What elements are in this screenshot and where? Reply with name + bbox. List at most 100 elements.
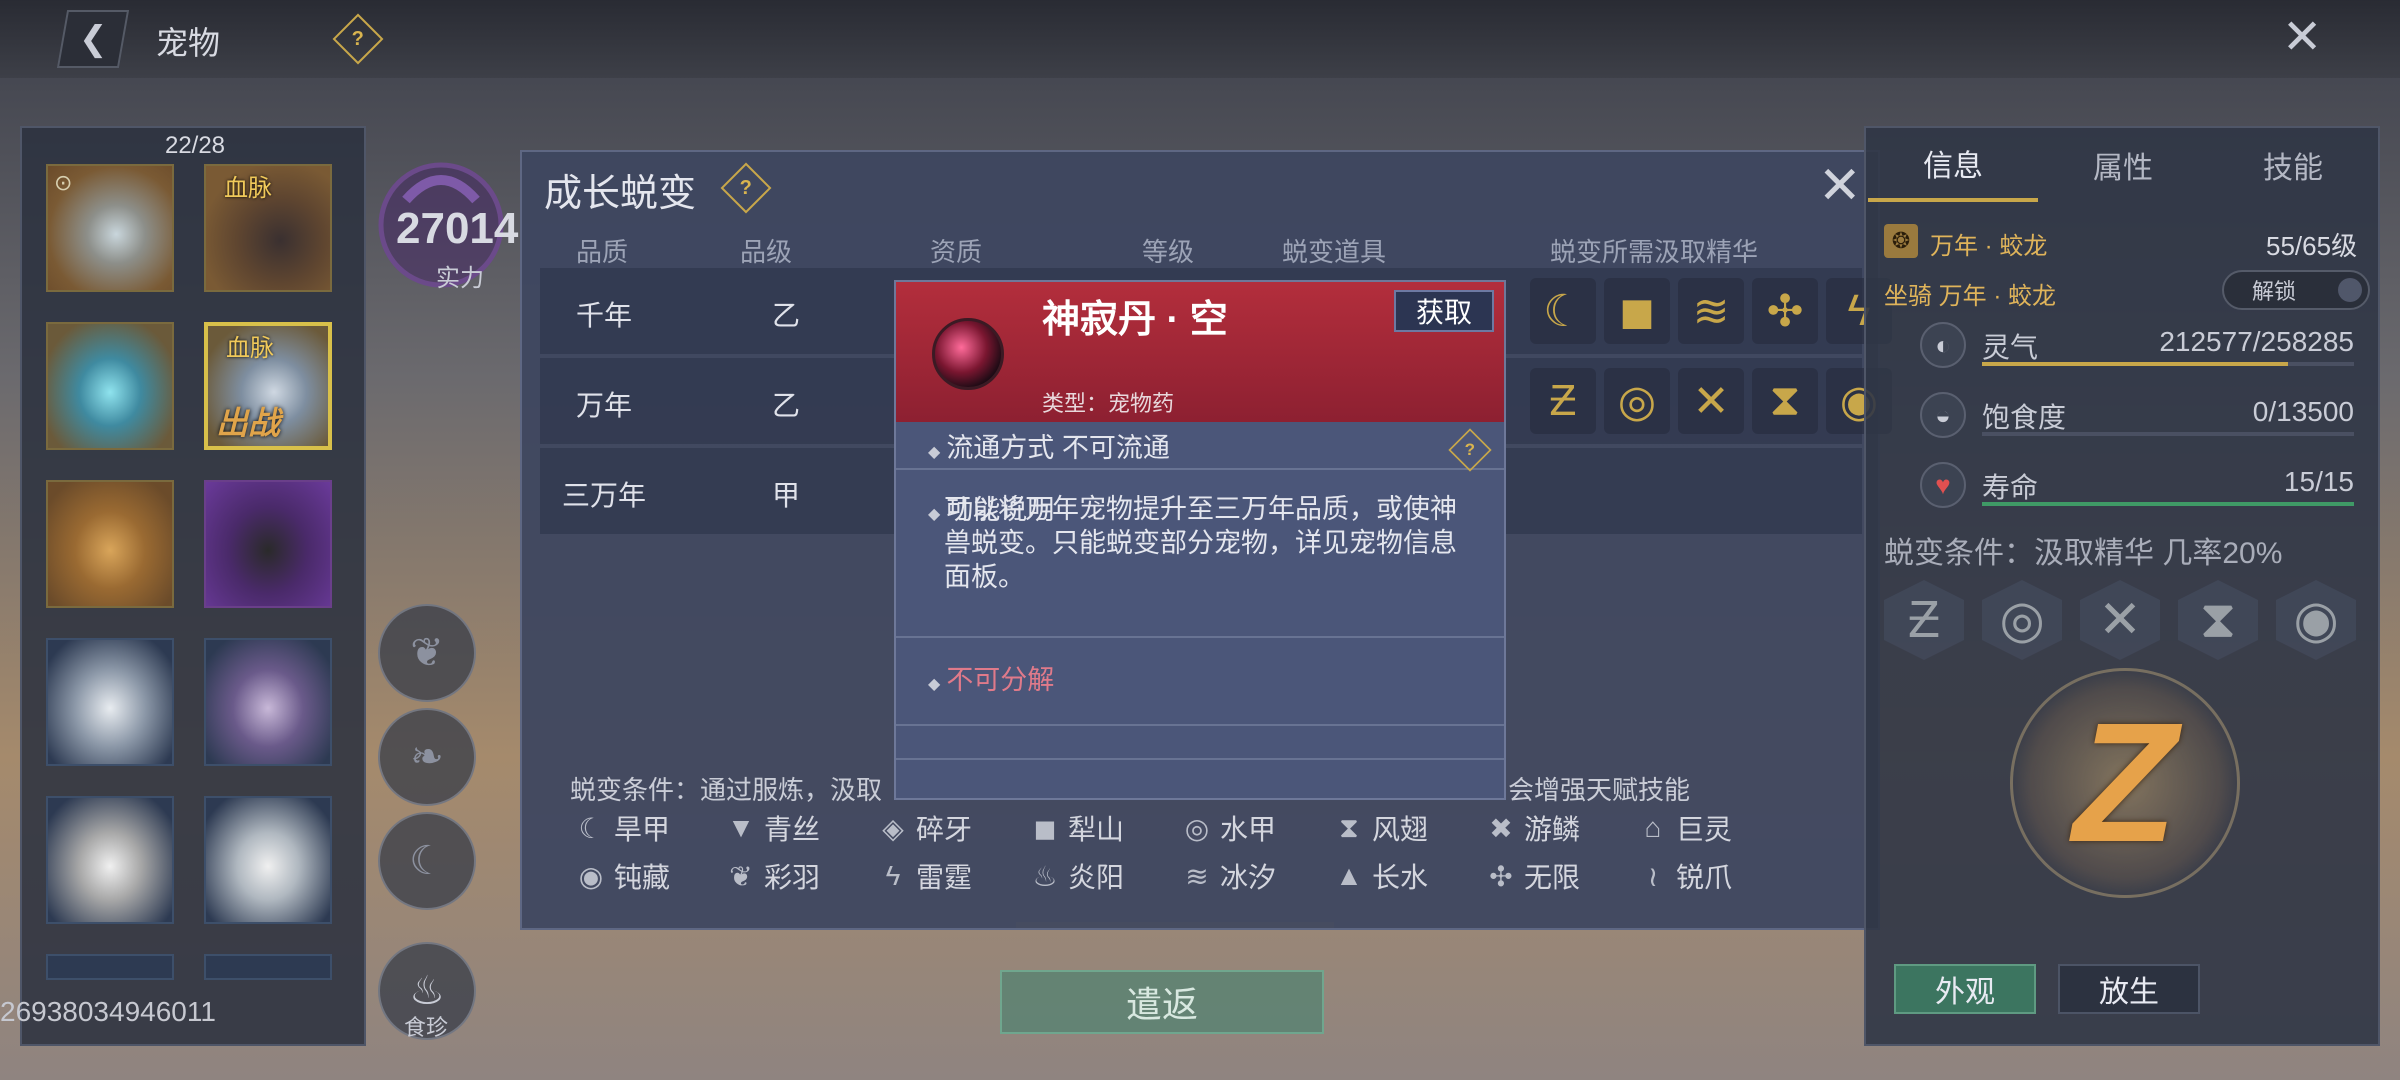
square-icon: ◼	[1604, 278, 1670, 344]
lock-icon: ⊙	[54, 170, 73, 195]
trait-item: ◉ 钝藏	[574, 856, 670, 896]
item-type: 类型：宠物药	[1042, 391, 1175, 416]
side-feather-button[interactable]: ❦	[378, 604, 476, 702]
trait-item: ⌂ 巨灵	[1636, 808, 1732, 848]
spirit-icon: ◐	[1920, 322, 1966, 368]
triangle-icon: ▼	[727, 812, 755, 843]
pet-slot[interactable]	[46, 322, 174, 450]
trait-item: ⧗ 风翅	[1332, 808, 1428, 848]
pet-slot[interactable]	[46, 638, 174, 766]
stat-label: 饱食度	[1982, 402, 2067, 433]
crescent-icon: ☾	[1530, 278, 1596, 344]
trait-item: ❦ 彩羽	[724, 856, 820, 896]
square-icon: ◼	[1033, 812, 1057, 844]
wave-icon: ≋	[1185, 860, 1209, 892]
satiety-icon: ◒	[1920, 392, 1966, 438]
close-icon[interactable]: ✕	[1818, 160, 1862, 212]
pet-slot[interactable]: ⊙	[46, 164, 174, 292]
row-quality: 三万年	[562, 480, 647, 511]
help-icon[interactable]: ?	[720, 162, 772, 214]
ring-icon: ◎	[1184, 812, 1210, 844]
close-icon[interactable]: ✕	[2282, 14, 2322, 62]
mount-label: 坐骑 万年 · 蛟龙	[1884, 283, 2056, 310]
trait-item: ◎ 水甲	[1180, 808, 1276, 848]
toggle-knob	[2338, 278, 2362, 302]
row-quality: 千年	[576, 300, 633, 331]
mountain-icon: ▲	[1335, 860, 1363, 891]
lifespan-bar	[1982, 502, 2354, 506]
back-button[interactable]: ❮	[56, 10, 130, 68]
pet-slot[interactable]	[46, 796, 174, 924]
column-header: 蜕变所需汲取精华	[1550, 237, 1759, 267]
column-header: 蜕变道具	[1282, 237, 1387, 267]
item-orb-icon	[932, 318, 1004, 390]
chevron-left-icon: ❮	[78, 20, 108, 58]
row-grade: 乙	[772, 390, 801, 421]
food-icon: ♨	[409, 969, 445, 1013]
z-rune-icon: Ƶ	[1884, 580, 1964, 660]
trait-item: ♨ 炎阳	[1028, 856, 1124, 896]
bloodline-badge: 血脉	[224, 175, 272, 202]
evolution-condition-text-tail: 会增强天赋技能	[1508, 775, 1691, 805]
spiral-icon: ◎	[1604, 368, 1670, 434]
divider	[896, 726, 1504, 760]
tooltip-header: 神寂丹 · 空 获取 类型：宠物药	[896, 282, 1504, 422]
growth-title: 成长蜕变	[544, 173, 697, 215]
trait-item: ▼ 青丝	[724, 808, 820, 848]
triad-icon: ✣	[1489, 860, 1513, 892]
pet-slot[interactable]: 血脉	[204, 164, 332, 292]
diamond-bullet-icon: ◆	[928, 676, 941, 693]
trait-item: ◈ 碎牙	[876, 808, 972, 848]
pet-name: 万年 · 蛟龙	[1930, 233, 2048, 260]
satiety-bar	[1982, 432, 2354, 436]
fang-icon: ◈	[882, 812, 904, 844]
pet-slot[interactable]	[204, 796, 332, 924]
tab-attributes[interactable]: 属性	[2038, 128, 2208, 202]
table-header: 品质 品级 资质 等级 蜕变道具 蜕变所需汲取精华	[522, 226, 1880, 267]
pet-slot[interactable]	[204, 638, 332, 766]
pet-slot[interactable]	[46, 954, 174, 980]
triad-icon: ✣	[1752, 278, 1818, 344]
stat-value: 15/15	[2283, 466, 2354, 497]
z-rune-icon: Ƶ	[1530, 368, 1596, 434]
release-button[interactable]: 放生	[2058, 964, 2200, 1014]
item-name: 神寂丹 · 空	[1042, 299, 1228, 341]
cross-icon: ✖	[1489, 812, 1513, 844]
side-moon-button[interactable]: ☾	[378, 812, 476, 910]
bird-icon: ❦	[410, 631, 444, 675]
diamond-bullet-icon: ◆	[928, 506, 941, 523]
function-description: 可以将万年宠物提升至三万年品质，或使神兽蜕变。只能蜕变部分宠物，详见宠物信息面板…	[944, 494, 1457, 592]
info-panel: 信息 属性 技能 ❂ 万年 · 蛟龙 55/65级 坐骑 万年 · 蛟龙 解锁 …	[1864, 126, 2380, 1046]
row-grade: 甲	[772, 480, 801, 511]
diamond-bullet-icon: ◆	[928, 444, 941, 461]
dismiss-button[interactable]: 遣返	[1000, 970, 1324, 1034]
power-label: 实力	[436, 265, 484, 292]
side-wing-button[interactable]: ❧	[378, 708, 476, 806]
pet-count: 22/28	[164, 132, 226, 159]
get-button[interactable]: 获取	[1394, 290, 1494, 332]
hourglass-icon: ⧗	[1752, 368, 1818, 434]
cross-icon: ✕	[1678, 368, 1744, 434]
tab-info[interactable]: 信息	[1868, 128, 2038, 202]
unlock-toggle[interactable]: 解锁	[2222, 270, 2370, 310]
evolution-condition: 蜕变条件：汲取精华 几率20%	[1884, 537, 2283, 570]
hourglass-icon: ⧗	[2178, 580, 2258, 660]
chevron-up-icon: ⌂	[1644, 812, 1662, 843]
spiral-icon: ◎	[1982, 580, 2062, 660]
tab-skills[interactable]: 技能	[2208, 128, 2378, 202]
evolution-condition-text: 蜕变条件：通过服炼，汲取	[570, 775, 883, 805]
pet-slot[interactable]	[204, 480, 332, 608]
bloodline-badge: 血脉	[226, 335, 274, 362]
claw-icon: ≀	[1647, 860, 1659, 892]
pet-slot[interactable]	[204, 954, 332, 980]
stat-label: 灵气	[1982, 332, 2039, 363]
pet-slot-active[interactable]: 血脉 出战	[204, 322, 332, 450]
wing-icon: ❧	[410, 735, 444, 779]
spirit-bar	[1982, 362, 2354, 366]
power-value: 27014	[396, 204, 519, 253]
item-tooltip: 神寂丹 · 空 获取 类型：宠物药 ◆ 流通方式 不可流通 ? ◆ 功能说明 可以将…	[894, 280, 1506, 800]
appearance-button[interactable]: 外观	[1894, 964, 2036, 1014]
hourglass-icon: ⧗	[1339, 811, 1359, 843]
pet-slot[interactable]	[46, 480, 174, 608]
decompose-row: ◆ 不可分解	[896, 638, 1504, 726]
